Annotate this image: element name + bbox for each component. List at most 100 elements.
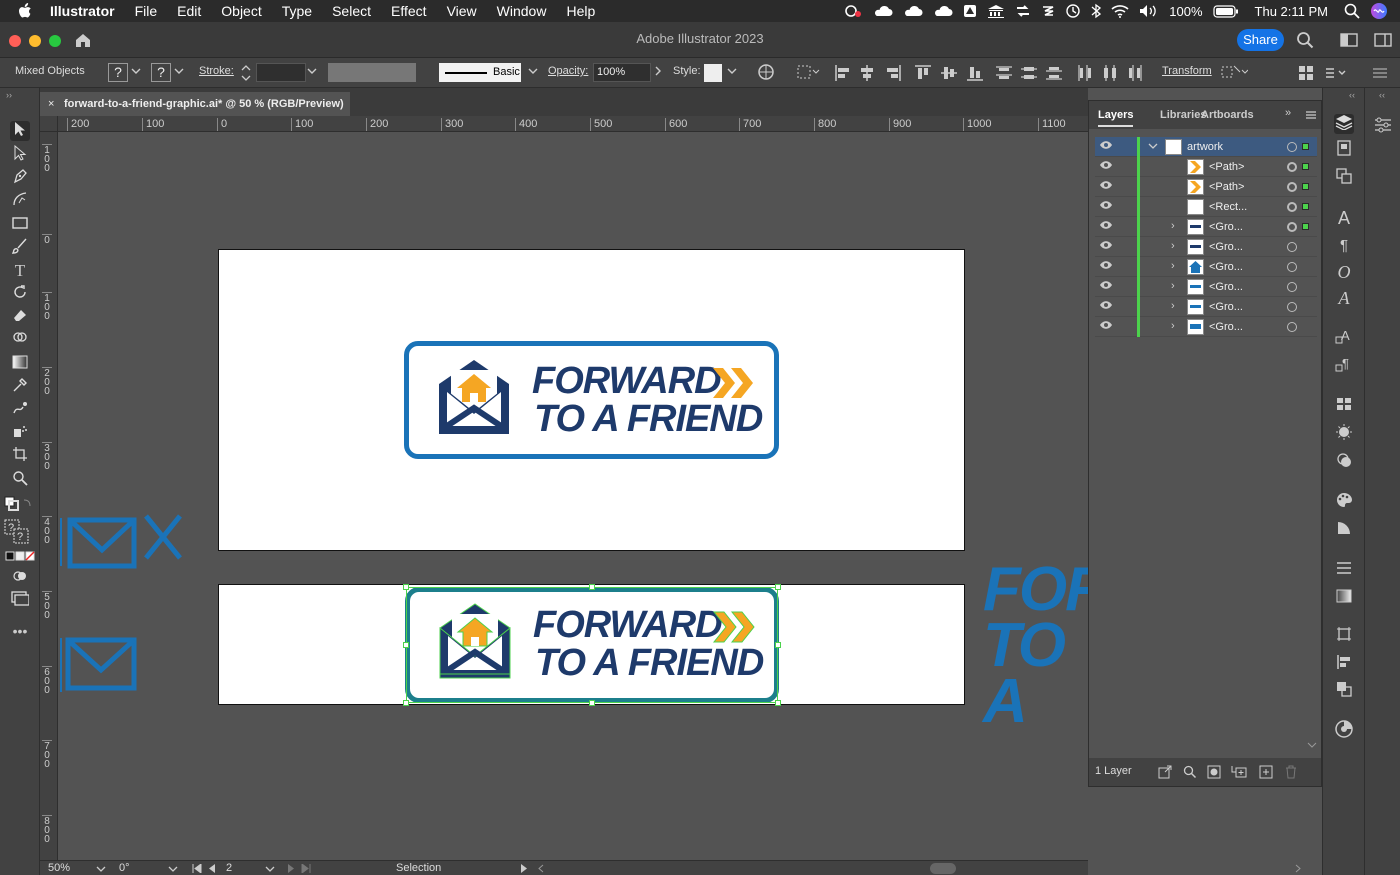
properties-menu-icon[interactable] bbox=[1370, 65, 1390, 81]
libraries-panel-icon[interactable] bbox=[1334, 140, 1354, 160]
document-tab[interactable]: × forward-to-a-friend-graphic.ai* @ 50 %… bbox=[40, 92, 350, 116]
layer-row-group[interactable]: › <Gro... bbox=[1095, 297, 1317, 317]
menu-help[interactable]: Help bbox=[556, 3, 605, 19]
eraser-tool-icon[interactable] bbox=[10, 307, 30, 327]
layer-name[interactable]: <Gro... bbox=[1209, 281, 1243, 293]
character-panel-icon[interactable]: A bbox=[1334, 208, 1354, 228]
stroke-label[interactable]: Stroke: bbox=[199, 65, 234, 77]
strip-collapse-icon[interactable]: ‹‹ bbox=[1349, 90, 1355, 100]
paragraph-panel-icon[interactable]: ¶ bbox=[1334, 236, 1354, 256]
pen-tool-icon[interactable] bbox=[10, 168, 30, 188]
layer-name[interactable]: <Gro... bbox=[1209, 301, 1243, 313]
direct-selection-tool-icon[interactable] bbox=[10, 144, 30, 165]
toolbar-collapse-icon[interactable]: ›› bbox=[6, 90, 12, 100]
selection-handle[interactable] bbox=[403, 642, 409, 648]
locate-object-icon[interactable] bbox=[1183, 765, 1197, 779]
visibility-eye-icon[interactable] bbox=[1099, 260, 1113, 273]
layer-name[interactable]: <Rect... bbox=[1209, 201, 1247, 213]
opacity-arrow-icon[interactable] bbox=[654, 66, 662, 76]
layer-name[interactable]: <Path> bbox=[1209, 181, 1244, 193]
expand-chevron-right-icon[interactable]: › bbox=[1171, 320, 1175, 332]
distribute-left-icon[interactable] bbox=[1076, 64, 1094, 82]
tab-libraries[interactable]: Libraries bbox=[1160, 109, 1206, 121]
scroll-left-icon[interactable] bbox=[537, 864, 545, 873]
symbols-panel-icon[interactable] bbox=[1334, 452, 1354, 472]
symbol-sprayer-tool-icon[interactable] bbox=[10, 423, 30, 443]
workspace-switcher-icon[interactable] bbox=[1340, 33, 1358, 47]
rotate-tool-icon[interactable] bbox=[10, 284, 30, 304]
fill-stroke-swap-icon[interactable] bbox=[4, 496, 31, 516]
type-tool-icon[interactable]: T bbox=[10, 261, 30, 281]
target-circle-icon[interactable] bbox=[1287, 202, 1297, 212]
target-circle-icon[interactable] bbox=[1287, 182, 1297, 192]
time-machine-icon[interactable] bbox=[1065, 3, 1081, 19]
stroke-weight-input[interactable] bbox=[256, 63, 306, 82]
artboard-1[interactable]: FORWARD TO A FRIEND bbox=[218, 249, 965, 551]
rectangle-tool-icon[interactable] bbox=[10, 215, 30, 235]
selection-handle[interactable] bbox=[403, 584, 409, 590]
search-icon[interactable] bbox=[1296, 31, 1314, 49]
volume-icon[interactable] bbox=[1139, 4, 1159, 18]
tab-artboards[interactable]: Artboards bbox=[1201, 109, 1254, 121]
target-circle-icon[interactable] bbox=[1287, 222, 1297, 232]
align-to-icon[interactable] bbox=[796, 64, 820, 80]
recolor-artwork-icon[interactable] bbox=[757, 63, 775, 81]
creative-cloud-icon[interactable] bbox=[843, 4, 863, 18]
layer-name[interactable]: <Gro... bbox=[1209, 221, 1243, 233]
align-horizontal-center-icon[interactable] bbox=[858, 64, 876, 82]
panel-menu-icon[interactable] bbox=[1305, 110, 1317, 120]
layer-row-path[interactable]: <Path> bbox=[1095, 177, 1317, 197]
eyedropper-tool-icon[interactable] bbox=[10, 377, 30, 397]
spotlight-search-icon[interactable] bbox=[1344, 3, 1360, 19]
cloud-icon-2[interactable] bbox=[903, 5, 923, 17]
expand-chevron-right-icon[interactable]: › bbox=[1171, 300, 1175, 312]
expand-chevron-down-icon[interactable] bbox=[1148, 142, 1158, 150]
bluetooth-icon[interactable] bbox=[1091, 3, 1102, 19]
clock[interactable]: Thu 2:11 PM bbox=[1249, 4, 1334, 19]
transform-link[interactable]: Transform bbox=[1162, 65, 1212, 77]
menu-file[interactable]: File bbox=[125, 3, 168, 19]
visibility-eye-icon[interactable] bbox=[1099, 280, 1113, 293]
first-artboard-icon[interactable] bbox=[192, 864, 202, 873]
layer-row-rect[interactable]: <Rect... bbox=[1095, 197, 1317, 217]
zoom-level[interactable]: 50% bbox=[48, 862, 70, 874]
layers-scrollbar[interactable] bbox=[1307, 137, 1317, 755]
align-vertical-center-icon[interactable] bbox=[940, 64, 958, 82]
color-mode-icon[interactable] bbox=[5, 549, 35, 569]
app-menu[interactable]: Illustrator bbox=[42, 3, 125, 19]
color-panel-icon[interactable] bbox=[1334, 720, 1354, 740]
collect-for-export-icon[interactable] bbox=[1158, 765, 1172, 779]
selection-handle[interactable] bbox=[403, 700, 409, 706]
opentype-panel-icon[interactable]: O bbox=[1334, 262, 1354, 282]
selection-handle[interactable] bbox=[589, 584, 595, 590]
distribute-horizontal-center-icon[interactable] bbox=[1101, 64, 1119, 82]
swatches-panel-icon[interactable] bbox=[1334, 396, 1354, 416]
forward-badge-1[interactable]: FORWARD TO A FRIEND bbox=[404, 341, 779, 459]
artboard-chevron-icon[interactable] bbox=[265, 865, 275, 873]
layer-name[interactable]: <Gro... bbox=[1209, 241, 1243, 253]
align-panel-icon[interactable] bbox=[1334, 654, 1354, 674]
artboard-number[interactable]: 2 bbox=[226, 862, 232, 874]
next-artboard-icon[interactable] bbox=[287, 864, 295, 873]
align-right-icon[interactable] bbox=[884, 64, 902, 82]
offcanvas-headline[interactable]: FOR TO A bbox=[983, 559, 1088, 733]
offcanvas-envelope-icon[interactable] bbox=[58, 634, 148, 694]
layer-name[interactable]: <Path> bbox=[1209, 161, 1244, 173]
create-new-layer-icon[interactable] bbox=[1259, 765, 1273, 779]
scroll-down-icon[interactable] bbox=[1307, 741, 1317, 749]
transform-panel-icon[interactable] bbox=[1334, 626, 1354, 646]
visibility-eye-icon[interactable] bbox=[1099, 160, 1113, 173]
target-circle-icon[interactable] bbox=[1287, 322, 1297, 332]
distribute-right-icon[interactable] bbox=[1126, 64, 1144, 82]
distribute-vertical-center-icon[interactable] bbox=[1020, 64, 1038, 82]
layers-panel-icon[interactable] bbox=[1334, 114, 1354, 134]
cloud-icon-3[interactable] bbox=[933, 5, 953, 17]
stack-icon[interactable] bbox=[1041, 4, 1055, 18]
expand-chevron-right-icon[interactable]: › bbox=[1171, 240, 1175, 252]
artboards-panel-icon[interactable] bbox=[1334, 168, 1354, 188]
horizontal-ruler[interactable]: 200 100 0 100 200 300 400 500 600 700 80… bbox=[58, 116, 1088, 132]
align-top-icon[interactable] bbox=[914, 64, 932, 82]
selection-tool-icon[interactable] bbox=[10, 121, 30, 141]
siri-icon[interactable] bbox=[1370, 2, 1388, 20]
wifi-icon[interactable] bbox=[1111, 4, 1129, 18]
